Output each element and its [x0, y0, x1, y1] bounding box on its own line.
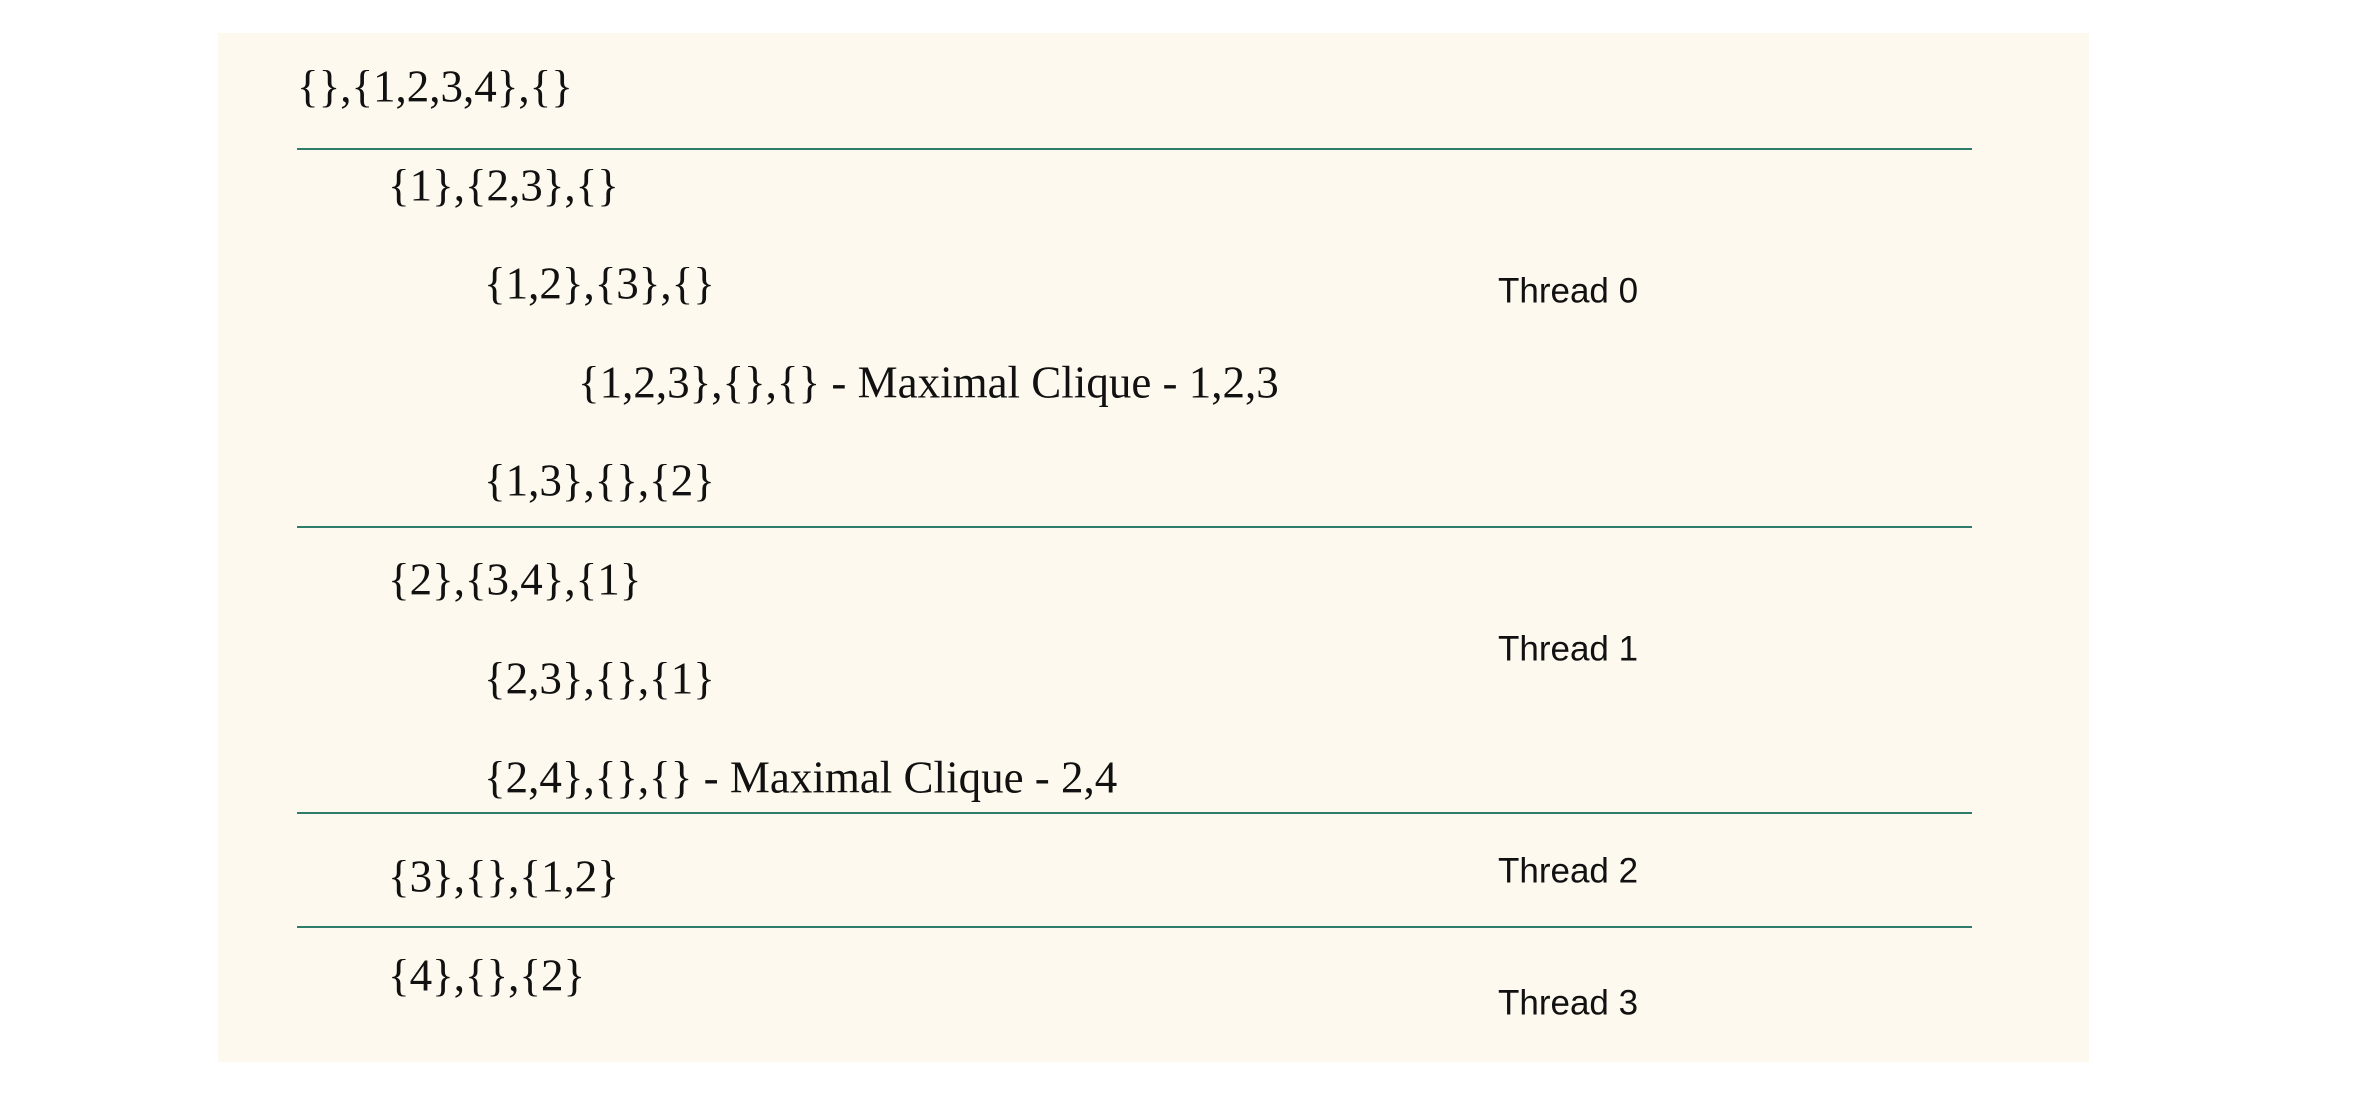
separator	[297, 526, 1972, 528]
tree-node: {4},{},{2}	[388, 950, 586, 1001]
thread-label-0: Thread 0	[1498, 271, 1639, 311]
separator	[297, 812, 1972, 814]
tree-node: {1,3},{},{2}	[484, 455, 715, 506]
tree-node-maximal-clique: {1,2,3},{},{} - Maximal Clique - 1,2,3	[578, 357, 1279, 408]
tree-node: {3},{},{1,2}	[388, 851, 619, 902]
separator	[297, 148, 1972, 150]
thread-label-3: Thread 3	[1498, 983, 1639, 1023]
tree-node: {2,3},{},{1}	[484, 653, 715, 704]
tree-node: {1},{2,3},{}	[388, 160, 619, 211]
separator	[297, 926, 1972, 928]
root-node: {},{1,2,3,4},{}	[297, 61, 573, 112]
thread-label-1: Thread 1	[1498, 629, 1639, 669]
tree-node: {1,2},{3},{}	[484, 258, 715, 309]
thread-label-2: Thread 2	[1498, 851, 1639, 891]
tree-node: {2},{3,4},{1}	[388, 554, 642, 605]
tree-node-maximal-clique: {2,4},{},{} - Maximal Clique - 2,4	[484, 752, 1118, 803]
